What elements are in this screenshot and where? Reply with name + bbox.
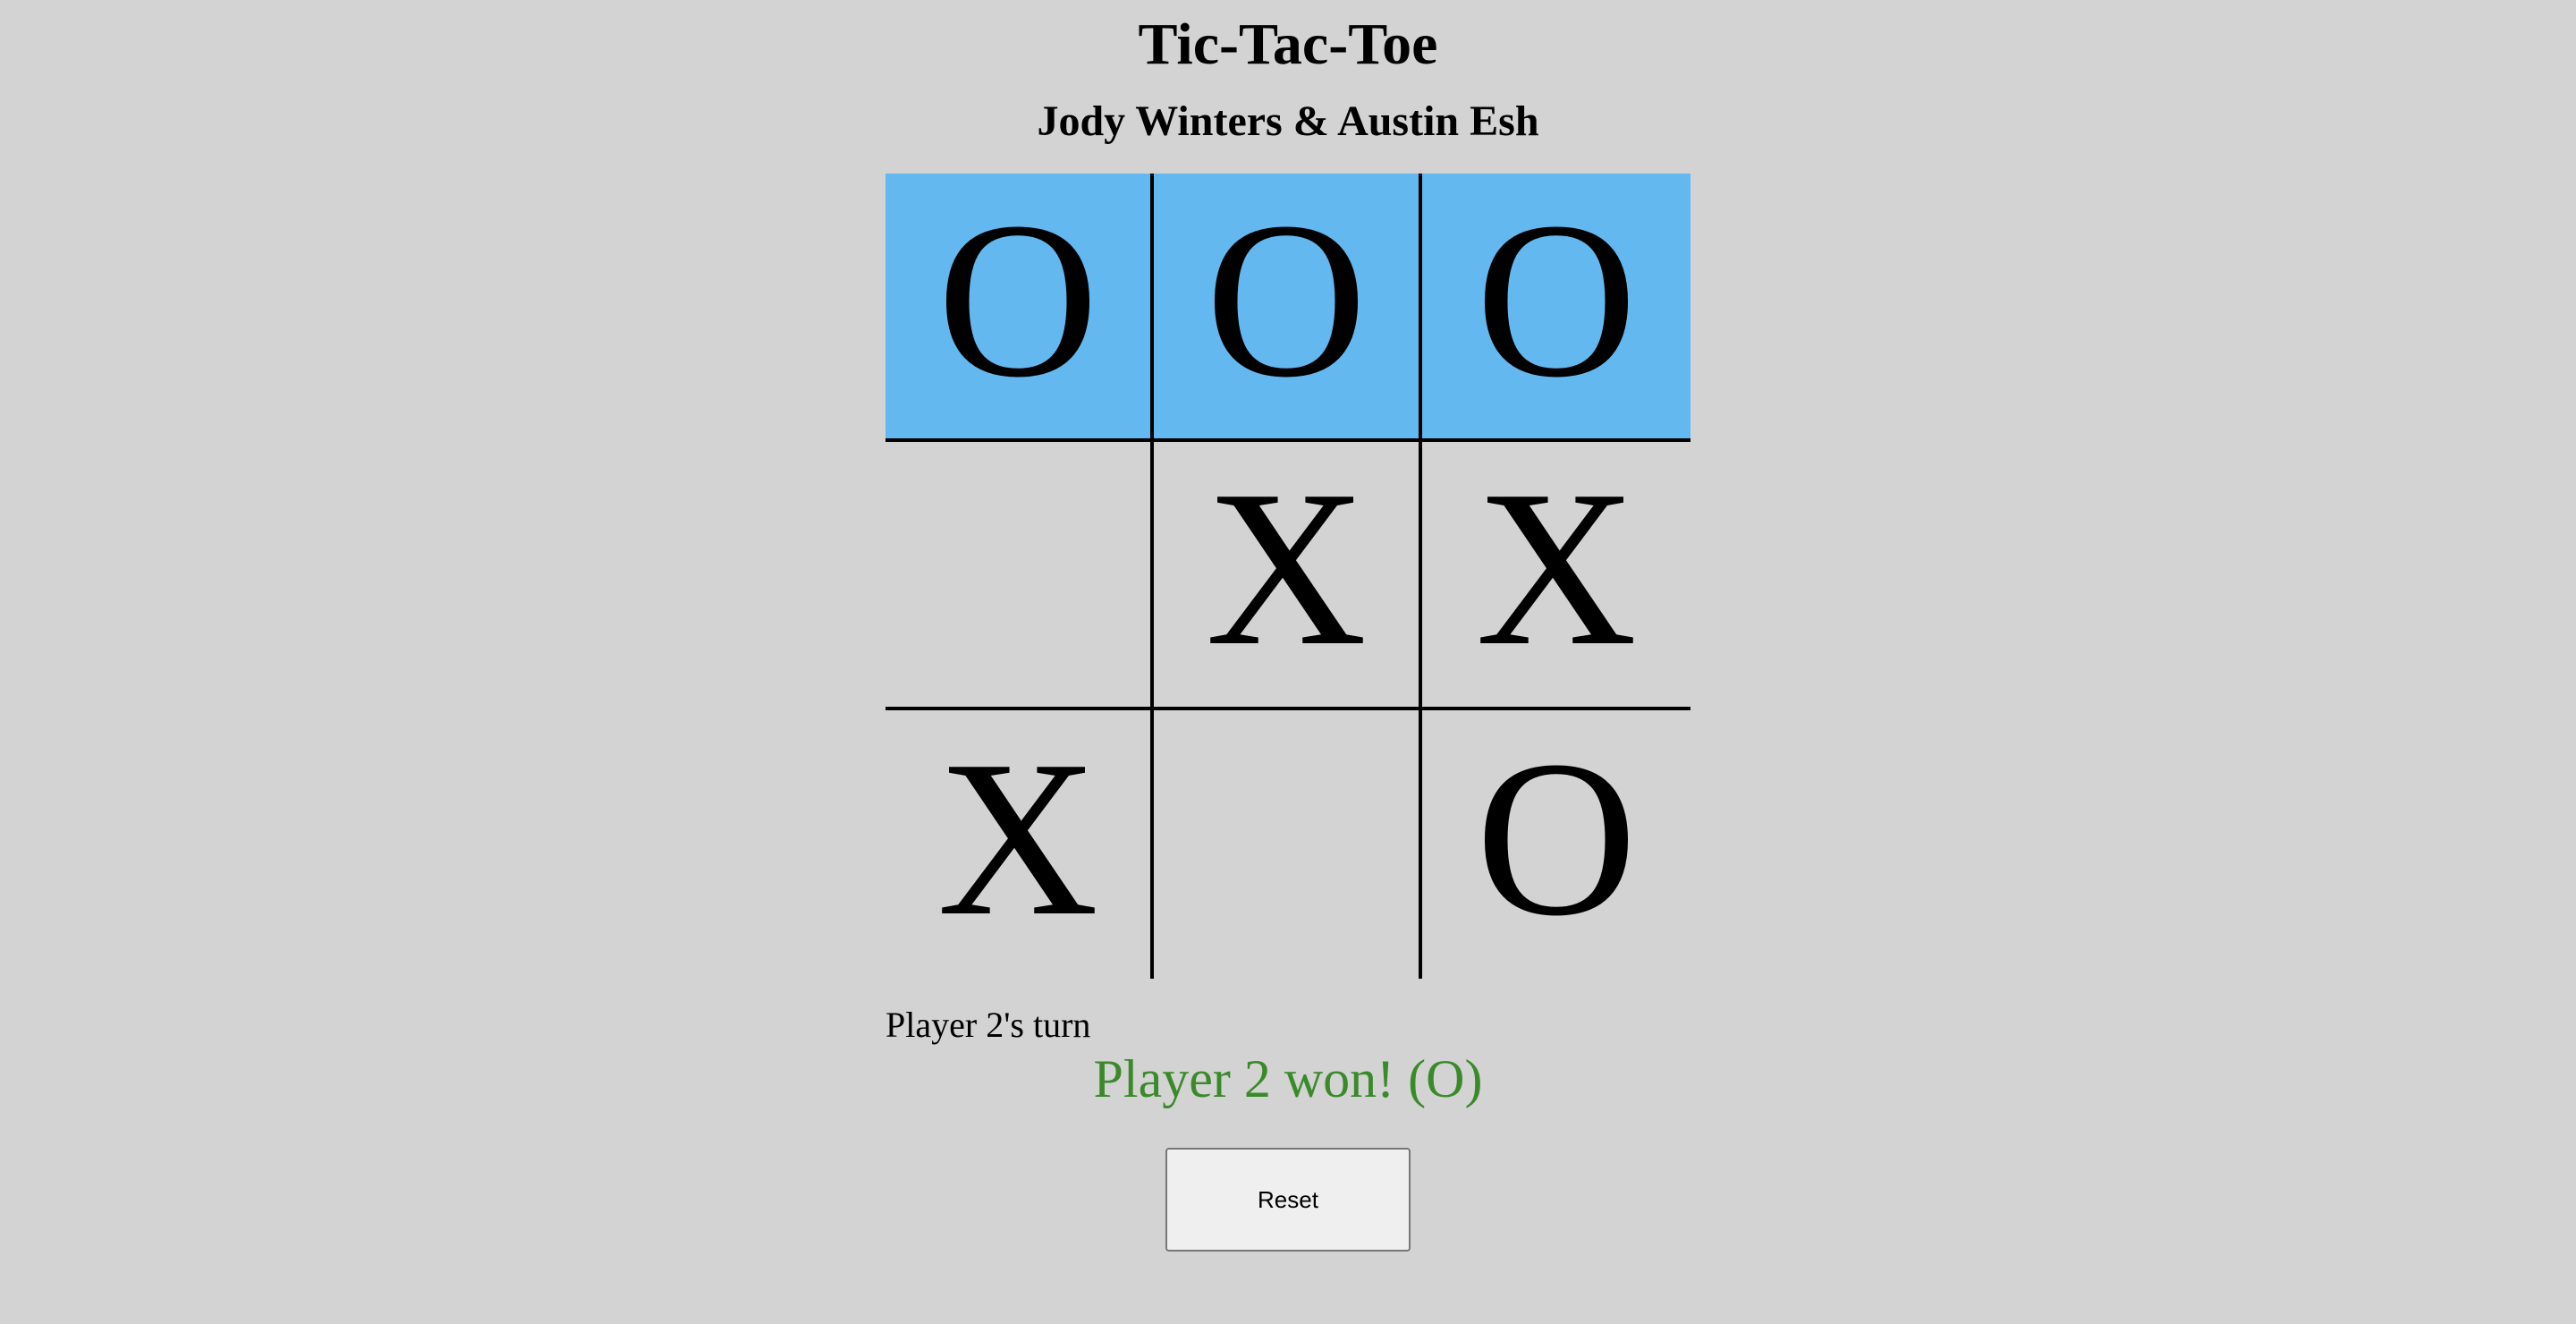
cell-mark: X bbox=[1475, 445, 1638, 692]
reset-button[interactable]: Reset bbox=[1165, 1148, 1411, 1252]
board-cell-2-0[interactable]: X bbox=[886, 710, 1154, 979]
game-board: O O O X X X O bbox=[886, 174, 1690, 979]
board-cell-2-1[interactable] bbox=[1154, 710, 1422, 979]
authors-subtitle: Jody Winters & Austin Esh bbox=[1037, 98, 1539, 145]
board-cell-0-2[interactable]: O bbox=[1422, 174, 1690, 442]
board-cell-0-1[interactable]: O bbox=[1154, 174, 1422, 442]
cell-mark: X bbox=[936, 715, 1099, 963]
cell-mark: O bbox=[1475, 715, 1638, 963]
cell-mark: O bbox=[936, 176, 1099, 424]
board-cell-1-2[interactable]: X bbox=[1422, 442, 1690, 710]
game-page: Tic-Tac-Toe Jody Winters & Austin Esh O … bbox=[0, 0, 2576, 1324]
cell-mark: O bbox=[1205, 176, 1368, 424]
cell-mark: X bbox=[1205, 445, 1368, 692]
board-cell-0-0[interactable]: O bbox=[886, 174, 1154, 442]
page-title: Tic-Tac-Toe bbox=[1138, 12, 1438, 77]
board-cell-1-1[interactable]: X bbox=[1154, 442, 1422, 710]
result-message: Player 2 won! (O) bbox=[1093, 1049, 1483, 1108]
board-cell-2-2[interactable]: O bbox=[1422, 710, 1690, 979]
board-cell-1-0[interactable] bbox=[886, 442, 1154, 710]
cell-mark: O bbox=[1475, 176, 1638, 424]
